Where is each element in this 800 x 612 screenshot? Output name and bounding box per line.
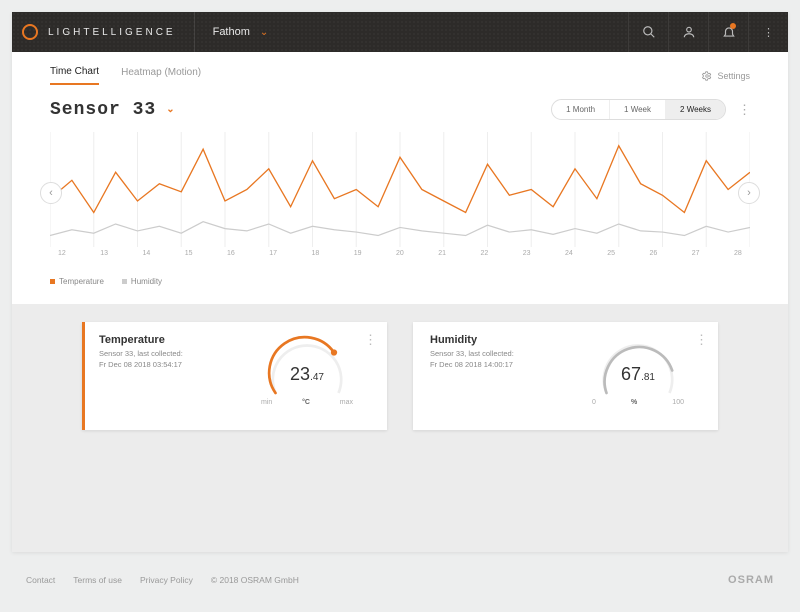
brand-name: LIGHTELLIGENCE bbox=[48, 27, 176, 38]
logo-icon bbox=[22, 24, 38, 40]
settings-link[interactable]: Settings bbox=[702, 71, 750, 81]
sensor-title-text: Sensor 33 bbox=[50, 100, 156, 120]
tab-time-chart[interactable]: Time Chart bbox=[50, 66, 99, 85]
hum-min: 0 bbox=[592, 399, 596, 406]
legend-temperature: Temperature bbox=[50, 277, 104, 286]
footer-terms[interactable]: Terms of use bbox=[73, 575, 122, 585]
temperature-value: 23.47 bbox=[261, 364, 353, 385]
chart-area: ‹ › 1213141516171819202122232425262728 bbox=[50, 132, 750, 267]
user-icon[interactable] bbox=[668, 12, 708, 52]
temp-min: min bbox=[261, 399, 272, 406]
bell-icon[interactable] bbox=[708, 12, 748, 52]
temp-max: max bbox=[340, 399, 353, 406]
humidity-value: 67.81 bbox=[592, 364, 684, 385]
temperature-meta2: Fr Dec 08 2018 03:54:17 bbox=[99, 360, 183, 371]
hum-unit: % bbox=[631, 399, 637, 406]
humidity-gauge: 67.81 0 % 100 bbox=[592, 330, 684, 406]
humidity-meta1: Sensor 33, last collected: bbox=[430, 349, 514, 360]
chart-legend: Temperature Humidity bbox=[50, 277, 750, 286]
project-name: Fathom bbox=[213, 26, 250, 38]
chevron-down-icon: ⌄ bbox=[260, 27, 268, 38]
divider bbox=[194, 12, 195, 52]
project-selector[interactable]: Fathom ⌄ bbox=[213, 26, 269, 38]
humidity-meta2: Fr Dec 08 2018 14:00:17 bbox=[430, 360, 514, 371]
topbar: LIGHTELLIGENCE Fathom ⌄ ⋮ bbox=[12, 12, 788, 52]
title-row: Sensor 33 ⌄ 1 Month 1 Week 2 Weeks ⋮ bbox=[50, 99, 750, 120]
footer: Contact Terms of use Privacy Policy © 20… bbox=[0, 564, 800, 586]
temperature-title: Temperature bbox=[99, 334, 183, 346]
temperature-card: Temperature Sensor 33, last collected: F… bbox=[82, 322, 387, 430]
line-chart bbox=[50, 132, 750, 247]
range-segmented: 1 Month 1 Week 2 Weeks bbox=[551, 99, 726, 120]
gear-icon bbox=[702, 71, 712, 81]
temperature-gauge: 23.47 min °C max bbox=[261, 330, 353, 406]
hum-max: 100 bbox=[672, 399, 684, 406]
chevron-down-icon: ⌄ bbox=[166, 104, 175, 116]
top-icon-group: ⋮ bbox=[628, 12, 788, 52]
range-2-weeks[interactable]: 2 Weeks bbox=[666, 100, 725, 119]
sensor-selector[interactable]: Sensor 33 ⌄ bbox=[50, 100, 176, 120]
x-axis-labels: 1213141516171819202122232425262728 bbox=[50, 250, 750, 257]
more-menu-icon[interactable]: ⋮ bbox=[748, 12, 788, 52]
chart-prev-button[interactable]: ‹ bbox=[40, 182, 62, 204]
search-icon[interactable] bbox=[628, 12, 668, 52]
humidity-card: Humidity Sensor 33, last collected: Fr D… bbox=[413, 322, 718, 430]
app-window: LIGHTELLIGENCE Fathom ⌄ ⋮ Time Chart Hea… bbox=[12, 12, 788, 552]
temp-unit: °C bbox=[302, 399, 310, 406]
tabs-row: Time Chart Heatmap (Motion) Settings bbox=[50, 66, 750, 85]
chart-next-button[interactable]: › bbox=[738, 182, 760, 204]
content-area: Time Chart Heatmap (Motion) Settings Sen… bbox=[12, 52, 788, 552]
tab-heatmap[interactable]: Heatmap (Motion) bbox=[121, 67, 201, 84]
range-group: 1 Month 1 Week 2 Weeks ⋮ bbox=[551, 99, 750, 120]
range-1-month[interactable]: 1 Month bbox=[552, 100, 610, 119]
range-1-week[interactable]: 1 Week bbox=[610, 100, 666, 119]
legend-humidity: Humidity bbox=[122, 277, 162, 286]
humidity-title: Humidity bbox=[430, 334, 514, 346]
settings-label: Settings bbox=[717, 71, 750, 81]
footer-copyright: © 2018 OSRAM GmbH bbox=[211, 575, 299, 585]
notification-dot-icon bbox=[730, 23, 736, 29]
temperature-more-icon[interactable]: ⋮ bbox=[364, 332, 377, 348]
temperature-meta1: Sensor 33, last collected: bbox=[99, 349, 183, 360]
range-more-icon[interactable]: ⋮ bbox=[738, 102, 750, 118]
cards-row: Temperature Sensor 33, last collected: F… bbox=[12, 304, 788, 552]
footer-privacy[interactable]: Privacy Policy bbox=[140, 575, 193, 585]
footer-contact[interactable]: Contact bbox=[26, 575, 55, 585]
footer-brand: OSRAM bbox=[728, 574, 774, 586]
humidity-more-icon[interactable]: ⋮ bbox=[695, 332, 708, 348]
